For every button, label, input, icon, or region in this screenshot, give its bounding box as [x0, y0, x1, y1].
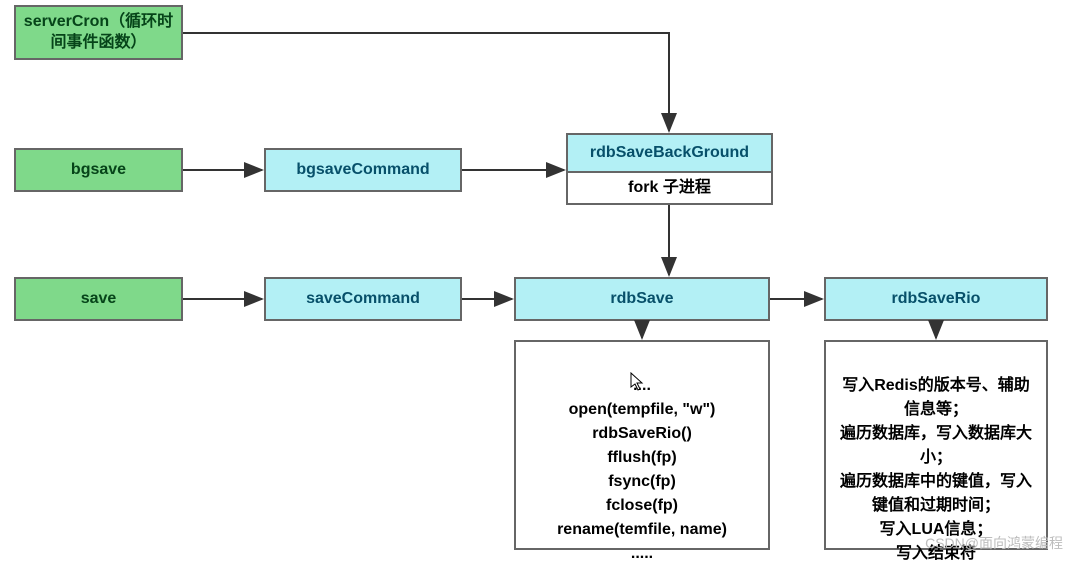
node-rdb-save-rio-details: 写入Redis的版本号、辅助信息等； 遍历数据库，写入数据库大小； 遍历数据库中…	[824, 340, 1048, 550]
label: save	[81, 289, 117, 310]
label: serverCron（循环时间事件函数）	[22, 12, 175, 54]
label: fork 子进程	[628, 178, 711, 199]
label: saveCommand	[306, 289, 420, 310]
label: bgsave	[71, 160, 126, 181]
node-rdb-save-background: rdbSaveBackGround	[566, 133, 773, 173]
node-server-cron: serverCron（循环时间事件函数）	[14, 5, 183, 60]
node-fork: fork 子进程	[566, 171, 773, 205]
label: rdbSave	[610, 289, 673, 310]
details-text: .... open(tempfile, "w") rdbSaveRio() ff…	[557, 377, 727, 562]
watermark-text: CSDN@面向鸿蒙编程	[925, 535, 1063, 551]
label: bgsaveCommand	[296, 160, 429, 181]
watermark: CSDN@面向鸿蒙编程	[925, 533, 1063, 553]
node-rdb-save-rio: rdbSaveRio	[824, 277, 1048, 321]
node-save: save	[14, 277, 183, 321]
node-bgsave-command: bgsaveCommand	[264, 148, 462, 192]
node-bgsave: bgsave	[14, 148, 183, 192]
label: rdbSaveRio	[892, 289, 981, 310]
label: rdbSaveBackGround	[590, 143, 749, 164]
node-rdb-save: rdbSave	[514, 277, 770, 321]
node-save-command: saveCommand	[264, 277, 462, 321]
mouse-cursor-icon	[630, 372, 644, 392]
